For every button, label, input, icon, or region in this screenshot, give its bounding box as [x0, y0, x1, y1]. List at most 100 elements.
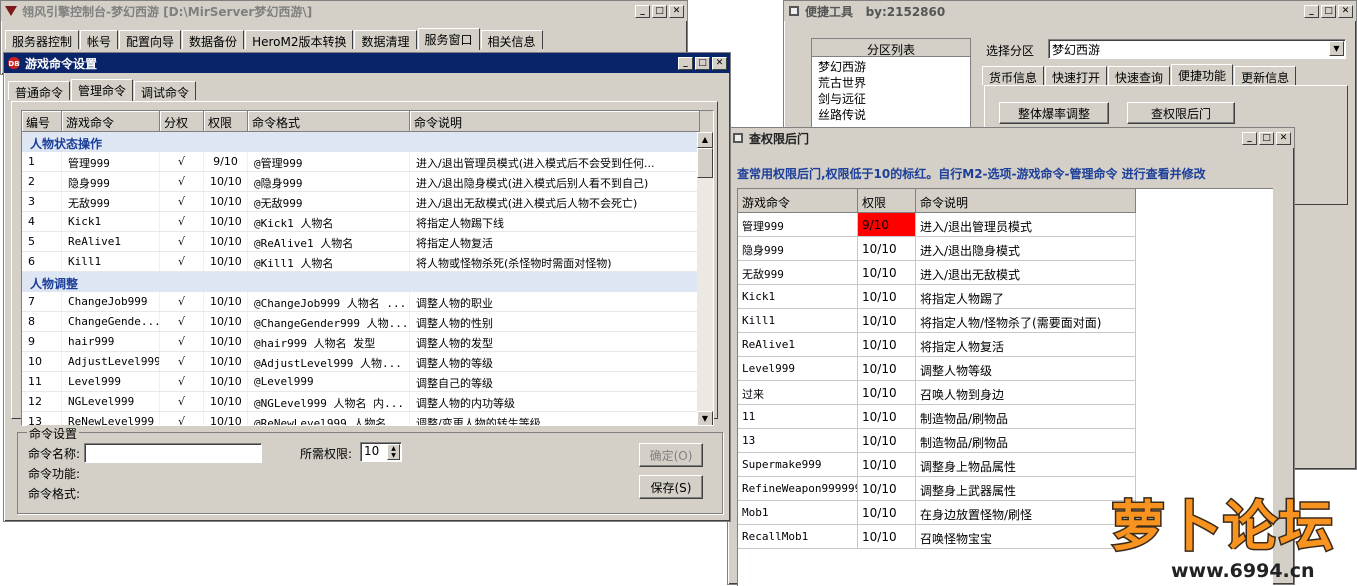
cell-id: 3 — [22, 192, 62, 211]
minimize-button[interactable]: _ — [678, 56, 693, 70]
cell-desc: 调整自己的等级 — [410, 372, 700, 391]
group-header: 人物状态操作 — [22, 132, 713, 152]
watermark-text: 萝卜论坛 — [1110, 494, 1335, 560]
cell-desc: 召唤怪物宝宝 — [916, 525, 1136, 549]
table-row[interactable]: 10 AdjustLevel999 √ 10/10 @AdjustLevel999 人物… — [22, 352, 713, 372]
table-row[interactable]: ReAlive1 10/10 将指定人物复活 — [738, 333, 1273, 357]
cmd-tab[interactable]: 管理命令 — [71, 79, 134, 101]
cell-cmd: Level999 — [62, 372, 160, 391]
table-row[interactable]: 管理999 9/10 进入/退出管理员模式 — [738, 213, 1273, 237]
cell-format: @Level999 — [248, 372, 410, 391]
console-tab[interactable]: HeroM2版本转换 — [245, 30, 354, 49]
table-row[interactable]: 2 隐身999 √ 10/10 @隐身999 进入/退出隐身模式(进入模式后别人看不到自己… — [22, 172, 713, 192]
table-row[interactable]: Kick1 10/10 将指定人物踢了 — [738, 285, 1273, 309]
column-header[interactable]: 权限 — [204, 111, 248, 132]
perm-notice: 查常用权限后门,权限低于10的标红。自行M2-选项-游戏命令-管理命令 进行查看… — [737, 167, 1206, 181]
partition-select[interactable]: 梦幻西游 ▼ — [1048, 39, 1346, 59]
table-row[interactable]: 12 NGLevel999 √ 10/10 @NGLevel999 人物名 内... 调整… — [22, 392, 713, 412]
console-tab[interactable]: 服务器控制 — [5, 30, 80, 49]
table-row[interactable]: 6 Kill1 √ 10/10 @Kill1 人物名 将人物或怪物杀死(杀怪物时需面对怪物… — [22, 252, 713, 272]
table-row[interactable]: 过来 10/10 召唤人物到身边 — [738, 381, 1273, 405]
cell-perm: 10/10 — [204, 232, 248, 251]
cell-id: 7 — [22, 292, 62, 311]
tools-tab[interactable]: 货币信息 — [982, 66, 1045, 85]
tools-tab[interactable]: 快速查询 — [1108, 66, 1171, 85]
column-header[interactable]: 命令格式 — [248, 111, 410, 132]
stepper-arrows-icon[interactable]: ▲ ▼ — [387, 444, 400, 460]
partition-item[interactable]: 荒古世界 — [812, 73, 970, 90]
column-header[interactable]: 命令说明 — [410, 111, 700, 132]
ok-button[interactable]: 确定(O) — [639, 443, 703, 467]
tools-tab[interactable]: 更新信息 — [1234, 66, 1297, 85]
table-row[interactable]: 4 Kick1 √ 10/10 @Kick1 人物名 将指定人物踢下线 — [22, 212, 713, 232]
column-header[interactable]: 编号 — [22, 111, 62, 132]
table-row[interactable]: 7 ChangeJob999 √ 10/10 @ChangeJob999 人物名 ...… — [22, 292, 713, 312]
close-button[interactable]: ✕ — [1338, 4, 1353, 18]
table-row[interactable]: 13 10/10 制造物品/刷物品 — [738, 429, 1273, 453]
cell-format: @ChangeGender999 人物... — [248, 312, 410, 331]
table-row[interactable]: 8 ChangeGende... √ 10/10 @ChangeGender999 人物… — [22, 312, 713, 332]
table-row[interactable]: Kill1 10/10 将指定人物/怪物杀了(需要面对面) — [738, 309, 1273, 333]
cell-cmd: Kick1 — [62, 212, 160, 231]
scroll-down-arrow[interactable]: ▼ — [697, 411, 713, 425]
minimize-button[interactable]: _ — [1242, 131, 1257, 145]
console-tab[interactable]: 配置向导 — [119, 30, 182, 49]
chevron-down-icon[interactable]: ▼ — [1329, 41, 1344, 56]
perm-required-value: 10 — [364, 444, 380, 458]
table-row[interactable]: 11 10/10 制造物品/刷物品 — [738, 405, 1273, 429]
cell-perm: 10/10 — [858, 285, 916, 309]
column-header[interactable]: 分权 — [160, 111, 204, 132]
column-header[interactable]: 游戏命令 — [62, 111, 160, 132]
perm-required-stepper[interactable]: 10 ▲ ▼ — [360, 442, 402, 462]
cell-id: 1 — [22, 152, 62, 171]
partition-list[interactable]: 分区列表 梦幻西游 荒古世界 剑与远征 丝路传说 — [811, 38, 971, 128]
cell-cmd: 无敌999 — [738, 261, 858, 285]
save-button[interactable]: 保存(S) — [639, 475, 703, 499]
maximize-button[interactable]: □ — [652, 4, 667, 18]
cmd-window: DB 游戏命令设置 _ □ ✕ 普通命令 管理命令 调试命令 编号 游戏命令 分权 权限命… — [3, 52, 731, 522]
console-tab[interactable]: 数据备份 — [182, 30, 245, 49]
table-row[interactable]: 隐身999 10/10 进入/退出隐身模式 — [738, 237, 1273, 261]
cmd-name-input[interactable] — [84, 443, 262, 463]
cmd-tab[interactable]: 普通命令 — [8, 81, 71, 100]
cell-cmd: 隐身999 — [738, 237, 858, 261]
partition-item[interactable]: 丝路传说 — [812, 105, 970, 122]
minimize-button[interactable]: _ — [635, 4, 650, 18]
maximize-button[interactable]: □ — [1259, 131, 1274, 145]
cell-perm: 10/10 — [204, 352, 248, 371]
scroll-thumb[interactable] — [697, 148, 713, 178]
tools-tab[interactable]: 快速打开 — [1045, 66, 1108, 85]
console-tab[interactable]: 服务窗口 — [417, 28, 480, 50]
table-row[interactable]: 13 ReNewLevel999 √ 10/10 @ReNewLevel999 人物名调… — [22, 412, 713, 425]
partition-item[interactable]: 梦幻西游 — [812, 57, 970, 74]
maximize-button[interactable]: □ — [695, 56, 710, 70]
cell-desc: 调整人物的等级 — [410, 352, 700, 371]
table-row[interactable]: Level999 10/10 调整人物等级 — [738, 357, 1273, 381]
table-row[interactable]: 5 ReAlive1 √ 10/10 @ReAlive1 人物名 将指定人物复活 — [22, 232, 713, 252]
close-button[interactable]: ✕ — [712, 56, 727, 70]
drop-rate-button[interactable]: 整体爆率调整 — [999, 102, 1109, 124]
close-button[interactable]: ✕ — [669, 4, 684, 18]
console-tab[interactable]: 相关信息 — [480, 30, 543, 49]
table-row[interactable]: 9 hair999 √ 10/10 @hair999 人物名 发型 调整人物的发型 — [22, 332, 713, 352]
table-row[interactable]: Supermake999 10/10 调整身上物品属性 — [738, 453, 1273, 477]
table-row[interactable]: 3 无敌999 √ 10/10 @无敌999 进入/退出无敌模式(进入模式后人物不会死亡) — [22, 192, 713, 212]
console-tab[interactable]: 数据清理 — [354, 30, 417, 49]
close-button[interactable]: ✕ — [1276, 131, 1291, 145]
table-row[interactable]: 1 管理999 √ 9/10 @管理999 进入/退出管理员模式(进入模式后不会受到任何.… — [22, 152, 713, 172]
tools-tab[interactable]: 便捷功能 — [1171, 64, 1234, 86]
console-tab[interactable]: 帐号 — [80, 30, 119, 49]
cell-cmd: ChangeJob999 — [62, 292, 160, 311]
cmd-tab[interactable]: 调试命令 — [134, 81, 197, 100]
table-row[interactable]: 11 Level999 √ 10/10 @Level999 调整自己的等级 — [22, 372, 713, 392]
minimize-button[interactable]: _ — [1304, 4, 1319, 18]
command-table-scrollbar[interactable]: ▲ ▼ — [697, 132, 713, 425]
cell-id: 5 — [22, 232, 62, 251]
maximize-button[interactable]: □ — [1321, 4, 1336, 18]
table-row[interactable]: 无敌999 10/10 进入/退出无敌模式 — [738, 261, 1273, 285]
check-backdoor-button[interactable]: 查权限后门 — [1127, 102, 1235, 124]
partition-item[interactable]: 剑与远征 — [812, 89, 970, 106]
cell-perm: 10/10 — [858, 333, 916, 357]
cell-desc: 制造物品/刷物品 — [916, 405, 1136, 429]
scroll-up-arrow[interactable]: ▲ — [697, 132, 713, 148]
